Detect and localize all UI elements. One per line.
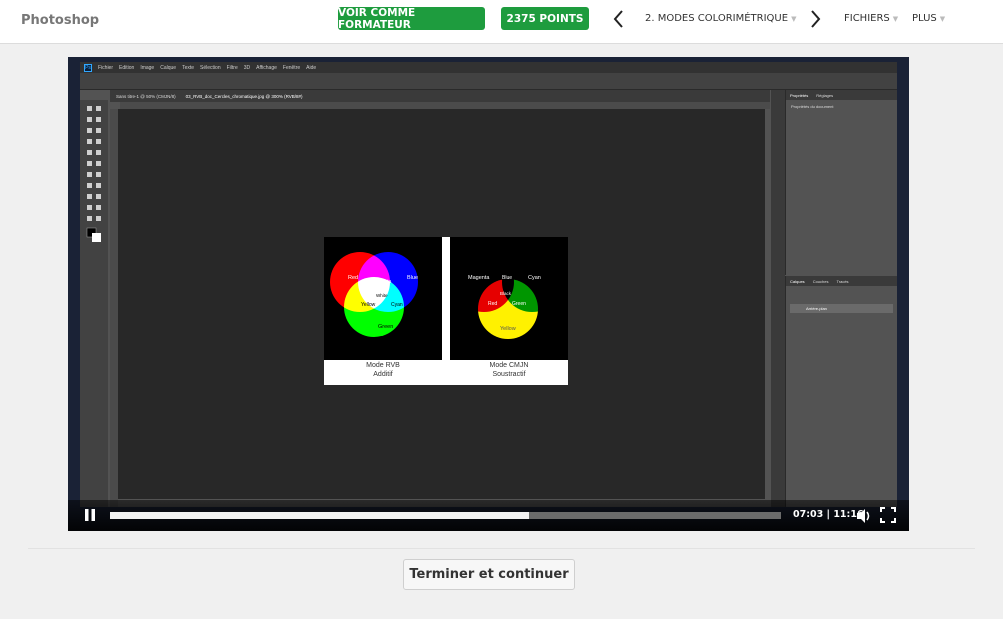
rgb-caption: Mode RVB Additif xyxy=(324,361,442,379)
cmyk-label: Black xyxy=(500,291,512,296)
rgb-label: Magenta xyxy=(372,279,392,285)
cmyk-panel: Magenta Cyan Yellow Blue Red Green Black xyxy=(450,237,568,360)
photoshop-screenshot: Ps Fichier Edition Image Calque Texte Sé… xyxy=(80,62,897,507)
ps-menu-item: Aide xyxy=(306,64,317,71)
ps-layers-tabs: Calques Couches Tracés xyxy=(786,276,897,286)
ps-menu-item: Fenêtre xyxy=(282,64,301,71)
cmyk-caption-line: Soustractif xyxy=(492,371,526,378)
ps-properties-title: Propriétés du document xyxy=(791,104,834,109)
finish-and-continue-button[interactable]: Terminer et continuer xyxy=(403,559,575,590)
chevron-left-icon xyxy=(613,10,623,28)
color-modes-image: Red Blue Green Magenta Cyan Yellow White… xyxy=(324,237,568,385)
rgb-caption-line: Additif xyxy=(373,371,393,378)
files-dropdown[interactable]: FICHIERS ▼ xyxy=(844,13,898,24)
ps-panel-tab: Couches xyxy=(812,278,829,284)
photoshop-logo-icon: Ps xyxy=(84,63,92,72)
volume-icon[interactable] xyxy=(855,508,873,524)
rgb-panel: Red Blue Green Magenta Cyan Yellow White xyxy=(324,237,442,360)
video-controls: 07:03 | 11:16 xyxy=(68,500,909,531)
rgb-label: Green xyxy=(378,324,393,330)
top-bar: Photoshop VOIR COMME FORMATEUR 2375 POIN… xyxy=(0,0,1003,44)
ps-tools-panel xyxy=(80,100,108,507)
ps-ruler-horizontal xyxy=(120,102,770,109)
points-button[interactable]: 2375 POINTS xyxy=(501,7,589,30)
cmyk-label: Magenta xyxy=(468,275,490,281)
module-dropdown[interactable]: 2. MODES COLORIMÉTRIQUE ▼ xyxy=(645,13,796,24)
more-label: PLUS xyxy=(912,13,937,24)
ps-panel-tab: Tracés xyxy=(836,278,849,284)
ps-properties-tabs: Propriétés Réglages xyxy=(786,90,897,100)
rgb-label: Blue xyxy=(407,275,418,281)
cmyk-label: Red xyxy=(488,301,497,307)
ps-panel-tab: Propriétés xyxy=(790,92,809,98)
ps-properties-panel: Propriétés Réglages Propriétés du docume… xyxy=(785,90,897,275)
fullscreen-icon[interactable] xyxy=(880,507,896,523)
view-as-trainer-button[interactable]: VOIR COMME FORMATEUR xyxy=(338,7,485,31)
rgb-circles-diagram: Red Blue Green Magenta Cyan Yellow White xyxy=(324,237,442,360)
ps-panel-strip xyxy=(771,90,785,507)
ps-document-tabs: Sans titre-1 @ 50% (CMJN/8) 03_RVB_doc_C… xyxy=(110,90,770,102)
ps-doc-tab: 03_RVB_doc_Cercles_chromatique.jpg @ 300… xyxy=(185,93,303,99)
previous-lesson-button[interactable] xyxy=(608,9,628,29)
files-label: FICHIERS xyxy=(844,13,890,24)
ps-menu-item: Edition xyxy=(119,64,135,71)
rgb-label: White xyxy=(376,293,388,298)
pause-icon[interactable] xyxy=(82,507,98,523)
cmyk-label: Cyan xyxy=(528,275,541,281)
ps-menu-item: 3D xyxy=(243,64,251,71)
cmyk-caption: Mode CMJN Soustractif xyxy=(450,361,568,379)
next-lesson-button[interactable] xyxy=(806,9,826,29)
ps-layer-name: Arrière-plan xyxy=(806,306,827,311)
chevron-right-icon xyxy=(811,10,821,28)
cmyk-label: Blue xyxy=(502,275,512,281)
rgb-label: Red xyxy=(348,275,358,281)
more-dropdown[interactable]: PLUS ▼ xyxy=(912,13,945,24)
chevron-down-icon: ▼ xyxy=(791,14,797,23)
ps-doc-tab: Sans titre-1 @ 50% (CMJN/8) xyxy=(116,93,176,99)
rgb-label: Cyan xyxy=(391,302,403,308)
chevron-down-icon: ▼ xyxy=(939,14,946,23)
rgb-label: Yellow xyxy=(361,302,376,308)
progress-bar[interactable] xyxy=(110,512,781,519)
cmyk-circles-diagram: Magenta Cyan Yellow Blue Red Green Black xyxy=(450,237,568,360)
ps-layer-row: Arrière-plan xyxy=(790,304,893,313)
ps-tools-icon xyxy=(86,106,101,242)
chevron-down-icon: ▼ xyxy=(892,14,899,23)
cmyk-caption-line: Mode CMJN xyxy=(489,362,529,369)
time-display: 07:03 | 11:16 xyxy=(793,509,864,520)
ps-panel-tab: Réglages xyxy=(816,92,834,98)
ps-menu-item: Fichier xyxy=(98,64,114,71)
course-title: Photoshop xyxy=(21,13,100,28)
ps-options-bar xyxy=(80,73,897,90)
rgb-caption-line: Mode RVB xyxy=(366,362,400,369)
ps-ruler-vertical xyxy=(110,109,118,507)
cmyk-label: Green xyxy=(512,301,526,307)
ps-menubar: Ps Fichier Edition Image Calque Texte Sé… xyxy=(80,62,897,73)
module-label: 2. MODES COLORIMÉTRIQUE xyxy=(645,13,789,24)
ps-menu-item: Image xyxy=(140,64,155,71)
divider xyxy=(28,548,975,549)
ps-layers-panel: Calques Couches Tracés Arrière-plan xyxy=(785,276,897,507)
ps-menu-item: Affichage xyxy=(256,64,277,71)
ps-panel-tab: Calques xyxy=(790,278,805,284)
ps-menu-item: Filtre xyxy=(226,64,238,71)
progress-fill xyxy=(110,512,530,519)
cmyk-label: Yellow xyxy=(500,326,516,332)
ps-menu-item: Sélection xyxy=(200,64,221,71)
video-player[interactable]: Ps Fichier Edition Image Calque Texte Sé… xyxy=(68,57,909,531)
ps-menu-item: Calque xyxy=(160,64,177,71)
ps-menu-item: Texte xyxy=(182,64,195,71)
